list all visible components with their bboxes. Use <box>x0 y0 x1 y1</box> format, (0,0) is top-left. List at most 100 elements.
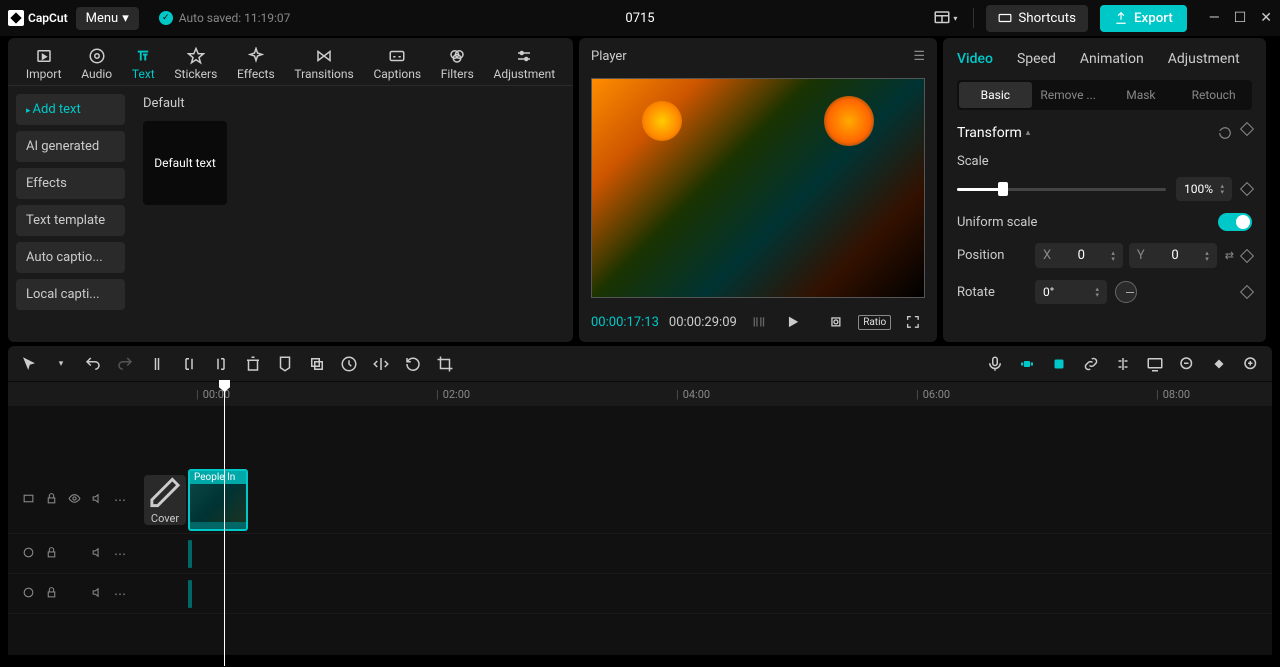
scale-tool-button[interactable] <box>824 310 848 334</box>
sidebar-text-template[interactable]: Text template <box>16 205 125 236</box>
crop-tool[interactable] <box>436 355 454 373</box>
timeline-ruler[interactable]: 00:00 02:00 04:00 06:00 08:00 <box>8 382 1272 406</box>
sidebar-effects[interactable]: Effects <box>16 168 125 199</box>
effect-clip[interactable] <box>188 580 192 608</box>
tab-text[interactable]: Text <box>128 45 159 83</box>
rotate-keyframe[interactable] <box>1240 285 1254 299</box>
eye-icon[interactable] <box>68 492 81 508</box>
select-dropdown[interactable]: ▾ <box>52 355 70 373</box>
scale-slider[interactable] <box>957 188 1166 191</box>
inspector-tab-speed[interactable]: Speed <box>1017 51 1056 67</box>
trim-right-tool[interactable] <box>212 355 230 373</box>
rotate-dial[interactable] <box>1115 281 1137 303</box>
position-x-input[interactable]: X 0 ▴▾ <box>1035 243 1123 268</box>
captions-icon <box>388 47 406 65</box>
tab-effects[interactable]: Effects <box>233 45 279 83</box>
more-icon[interactable]: ⋯ <box>114 587 126 601</box>
subtab-mask[interactable]: Mask <box>1105 82 1178 108</box>
sidebar-add-text[interactable]: ▸Add text <box>16 94 125 125</box>
effect-track-1[interactable]: ⋯ <box>8 534 1272 574</box>
video-track[interactable]: ⋯ Cover People In <box>8 466 1272 534</box>
preview-button[interactable] <box>1146 355 1164 373</box>
video-clip[interactable]: People In <box>188 469 248 531</box>
lock-icon[interactable] <box>45 546 58 562</box>
cover-button[interactable]: Cover <box>144 475 186 525</box>
close-button[interactable]: ✕ <box>1260 10 1272 26</box>
tab-transitions[interactable]: Transitions <box>290 45 357 83</box>
uniform-scale-toggle[interactable] <box>1218 213 1252 231</box>
position-y-input[interactable]: Y 0 ▴▾ <box>1129 243 1217 268</box>
link-button[interactable] <box>1082 355 1100 373</box>
delete-tool[interactable] <box>244 355 262 373</box>
layout-button[interactable]: ▾ <box>929 5 961 31</box>
ratio-button[interactable]: Ratio <box>858 315 891 330</box>
sidebar-ai-generated[interactable]: AI generated <box>16 131 125 162</box>
speaker-icon[interactable] <box>91 492 104 508</box>
effect-icon[interactable] <box>22 546 35 562</box>
play-button[interactable] <box>781 310 805 334</box>
default-text-preset[interactable]: Default text <box>143 121 227 205</box>
fullscreen-button[interactable] <box>901 310 925 334</box>
player-menu-button[interactable]: ☰ <box>913 49 925 64</box>
scale-keyframe[interactable] <box>1240 182 1254 196</box>
maximize-button[interactable]: ☐ <box>1234 10 1247 26</box>
split-tool[interactable] <box>148 355 166 373</box>
app-name: CapCut <box>28 11 68 25</box>
reset-button[interactable] <box>1218 124 1232 142</box>
mic-button[interactable] <box>986 355 1004 373</box>
sidebar-auto-captions[interactable]: Auto captio... <box>16 242 125 273</box>
mirror-tool[interactable] <box>372 355 390 373</box>
magnet-track-button[interactable] <box>1050 355 1068 373</box>
tab-audio[interactable]: Audio <box>77 45 116 83</box>
effect-clip[interactable] <box>188 540 192 568</box>
more-icon[interactable]: ⋯ <box>114 547 126 561</box>
position-keyframe[interactable] <box>1240 248 1254 262</box>
track-type-icon[interactable] <box>22 492 35 508</box>
rotate-tool[interactable] <box>404 355 422 373</box>
inspector-tab-adjustment[interactable]: Adjustment <box>1168 51 1240 67</box>
tab-stickers[interactable]: Stickers <box>170 45 221 83</box>
inspector-tab-animation[interactable]: Animation <box>1080 51 1144 67</box>
lock-icon[interactable] <box>45 586 58 602</box>
zoom-in-button[interactable] <box>1242 355 1260 373</box>
shortcuts-button[interactable]: Shortcuts <box>986 5 1088 32</box>
undo-button[interactable] <box>84 355 102 373</box>
tab-adjustment[interactable]: Adjustment <box>490 45 560 83</box>
sidebar-local-captions[interactable]: Local capti... <box>16 279 125 310</box>
subtab-basic[interactable]: Basic <box>959 82 1032 108</box>
export-button[interactable]: Export <box>1100 5 1187 32</box>
inspector-tab-video[interactable]: Video <box>957 51 993 67</box>
trim-left-tool[interactable] <box>180 355 198 373</box>
magnet-main-button[interactable] <box>1018 355 1036 373</box>
keyframe-button[interactable] <box>1240 122 1254 136</box>
player-viewport[interactable] <box>591 78 925 298</box>
position-link-icon[interactable]: ⇄ <box>1225 249 1234 262</box>
pause-list-button[interactable] <box>747 310 771 334</box>
speaker-icon[interactable] <box>91 586 104 602</box>
subtab-remove[interactable]: Remove ... <box>1032 82 1105 108</box>
speaker-icon[interactable] <box>91 546 104 562</box>
align-button[interactable] <box>1114 355 1132 373</box>
tab-filters[interactable]: Filters <box>437 45 478 83</box>
menu-button[interactable]: Menu ▾ <box>76 7 139 30</box>
timeline-tracks[interactable]: ⋯ Cover People In ⋯ <box>8 406 1272 655</box>
subtab-retouch[interactable]: Retouch <box>1177 82 1250 108</box>
more-icon[interactable]: ⋯ <box>114 493 126 507</box>
minimize-button[interactable]: — <box>1209 10 1220 26</box>
scale-value-input[interactable]: 100% ▴▾ <box>1176 177 1232 201</box>
rotate-value-input[interactable]: 0° ▴▾ <box>1035 280 1107 304</box>
marker-tool[interactable] <box>276 355 294 373</box>
tab-captions[interactable]: Captions <box>369 45 425 83</box>
layers-tool[interactable] <box>308 355 326 373</box>
playhead[interactable] <box>224 382 225 666</box>
stepper-icon: ▴▾ <box>1111 250 1115 262</box>
zoom-slider-thumb[interactable] <box>1210 355 1228 373</box>
speed-tool[interactable] <box>340 355 358 373</box>
effect-track-2[interactable]: ⋯ <box>8 574 1272 614</box>
zoom-out-button[interactable] <box>1178 355 1196 373</box>
effect-icon[interactable] <box>22 586 35 602</box>
tab-import[interactable]: Import <box>22 45 66 83</box>
redo-button[interactable] <box>116 355 134 373</box>
lock-icon[interactable] <box>45 492 58 508</box>
select-tool[interactable] <box>20 355 38 373</box>
